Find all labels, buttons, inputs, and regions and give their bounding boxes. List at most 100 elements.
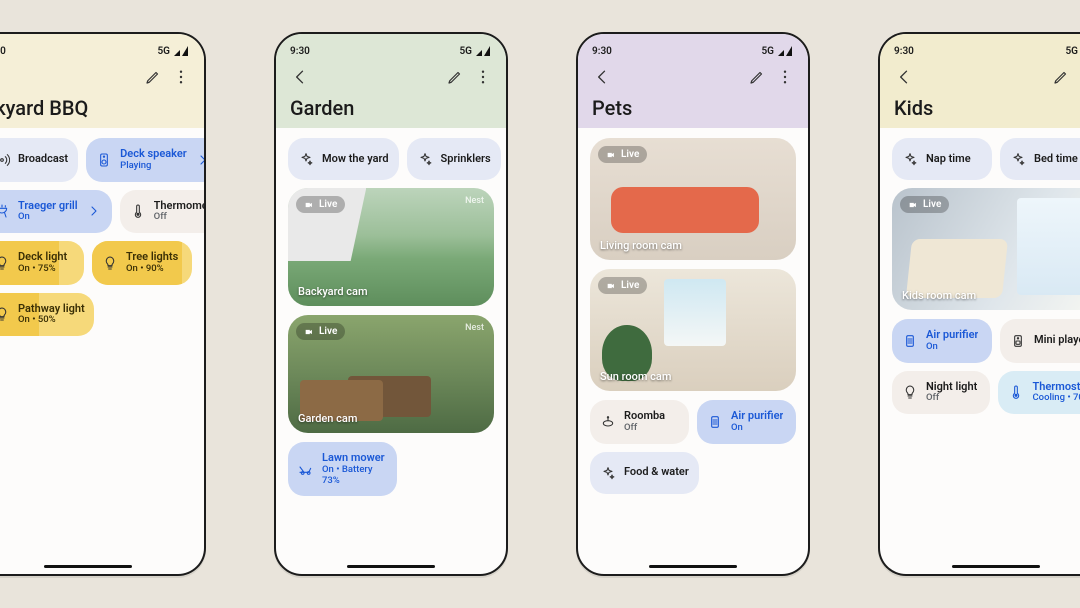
robot-icon [600, 414, 616, 430]
tile-status: Playing [120, 161, 187, 172]
camera-card[interactable]: Live Living room cam [590, 138, 796, 260]
page-title: ackyard BBQ [0, 96, 190, 120]
header: 9:305G Kids [880, 34, 1080, 128]
back-button[interactable] [592, 67, 612, 87]
camera-card[interactable]: LiveNestGarden cam [288, 315, 494, 433]
tile-status: On • 90% [126, 264, 178, 275]
status-time: 9:30 [0, 46, 6, 57]
tile-label: Nap time [926, 153, 971, 166]
empty-slot [102, 293, 192, 337]
camera-caption: Backyard cam [298, 285, 368, 298]
device-tile-bed-time[interactable]: Bed time [1000, 138, 1080, 180]
chevron-right-icon [86, 203, 102, 219]
camera-card[interactable]: Live Nest Backyard cam [288, 188, 494, 306]
header: 9:305GPets [578, 34, 808, 128]
signal-icon [174, 46, 190, 56]
device-tile-tree-lights[interactable]: Tree lightsOn • 90% [92, 241, 192, 285]
device-tile-mow-the-yard[interactable]: Mow the yard [288, 138, 399, 180]
tile-label: Food & water [624, 466, 689, 479]
camera-card[interactable]: Live Kids room cam [892, 188, 1080, 310]
live-badge: Live [900, 196, 949, 213]
device-tile-mini-player[interactable]: Mini player [1000, 319, 1080, 363]
content: BroadcastDeck speakerPlayingTraeger gril… [0, 128, 204, 574]
device-tile-thermometer[interactable]: ThermometerOff [120, 190, 204, 234]
phone-garden: 9:305GGardenMow the yardSprinklersLiveNe… [274, 32, 508, 576]
status-network: 5G [459, 46, 472, 57]
tile-label: Bed time [1034, 153, 1078, 166]
tile-status: On • 75% [18, 264, 67, 275]
device-tile-nap-time[interactable]: Nap time [892, 138, 992, 180]
camera-brand: Nest [465, 196, 484, 206]
signal-icon [778, 46, 794, 56]
nav-handle[interactable] [649, 565, 737, 568]
live-label: Live [621, 149, 639, 160]
thermo-icon [130, 203, 146, 219]
live-label: Live [319, 199, 337, 210]
edit-button[interactable] [1052, 68, 1070, 86]
device-tile-deck-light[interactable]: Deck lightOn • 75% [0, 241, 84, 285]
device-tile-roomba[interactable]: RoombaOff [590, 400, 689, 444]
tile-status: Cooling • 70 [1032, 393, 1080, 404]
device-tile-food-water[interactable]: Food & water [590, 452, 699, 494]
tile-status: On • 50% [18, 315, 85, 326]
tile-status: On [18, 212, 78, 223]
content: Mow the yard Sprinklers Live Nest Backyard c… [276, 128, 506, 574]
tile-status: Off [624, 423, 665, 434]
edit-button[interactable] [144, 68, 162, 86]
live-label: Live [923, 199, 941, 210]
device-tile-sprinklers[interactable]: Sprinklers [407, 138, 501, 180]
page-title: Pets [592, 96, 794, 120]
phone-kids: 9:305G Kids Nap time Bed time Live Kids room … [878, 32, 1080, 576]
tile-status: On [926, 342, 978, 353]
device-tile-traeger-grill[interactable]: Traeger grillOn [0, 190, 112, 234]
empty-slot [405, 442, 494, 496]
device-tile-air-purifier[interactable]: Air purifierOn [697, 400, 796, 444]
more-button[interactable] [172, 68, 190, 86]
status-time: 9:30 [290, 46, 310, 57]
tile-label: Air purifier [926, 329, 978, 342]
tile-label: Mini player [1034, 334, 1080, 347]
nav-handle[interactable] [347, 565, 435, 568]
nav-handle[interactable] [952, 565, 1040, 568]
tile-label: Roomba [624, 410, 665, 423]
grill-icon [0, 203, 10, 219]
tile-status: Off [926, 393, 977, 404]
more-button[interactable] [776, 68, 794, 86]
status-time: 9:30 [592, 46, 612, 57]
more-button[interactable] [474, 68, 492, 86]
page-title: Kids [894, 96, 1080, 120]
chevron-right-icon [195, 152, 204, 168]
status-bar: 9:305G [894, 44, 1080, 58]
edit-button[interactable] [446, 68, 464, 86]
broadcast-icon [0, 152, 10, 168]
bulb-icon [102, 255, 118, 271]
nav-handle[interactable] [44, 565, 132, 568]
sparkle-icon [417, 151, 433, 167]
device-tile-night-light[interactable]: Night lightOff [892, 371, 990, 415]
page-title: Garden [290, 96, 492, 120]
camera-caption: Living room cam [600, 239, 682, 252]
device-tile-broadcast[interactable]: Broadcast [0, 138, 78, 182]
tile-status: On [731, 423, 783, 434]
back-button[interactable] [894, 67, 914, 87]
device-tile-air-purifier[interactable]: Air purifierOn [892, 319, 992, 363]
device-tile-deck-speaker[interactable]: Deck speakerPlaying [86, 138, 204, 182]
tile-label: Deck speaker [120, 148, 187, 161]
camera-caption: Kids room cam [902, 289, 976, 302]
device-tile-pathway-light[interactable]: Pathway lightOn • 50% [0, 293, 94, 337]
tile-label: Mow the yard [322, 153, 389, 166]
device-tile-lawn-mower[interactable]: Lawn mowerOn • Battery 73% [288, 442, 397, 496]
live-label: Live [621, 280, 639, 291]
status-bar: 9:305G [0, 44, 190, 58]
camera-card[interactable]: LiveSun room cam [590, 269, 796, 391]
device-tile-thermostat[interactable]: ThermostatCooling • 70 [998, 371, 1080, 415]
live-badge: Live [598, 277, 647, 294]
sparkle-icon [600, 465, 616, 481]
empty-slot [707, 452, 796, 494]
edit-button[interactable] [748, 68, 766, 86]
back-button[interactable] [290, 67, 310, 87]
tile-status: On • Battery 73% [322, 465, 387, 487]
speaker-icon [96, 152, 112, 168]
sparkle-icon [1010, 151, 1026, 167]
header: 9:305G ackyard BBQ [0, 34, 204, 128]
